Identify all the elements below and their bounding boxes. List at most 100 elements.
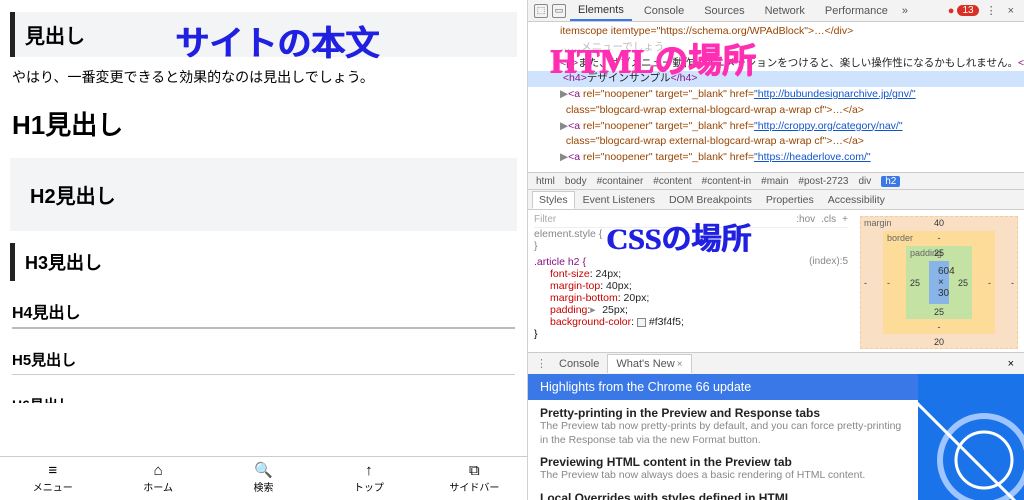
dom-link[interactable]: "http://croppy.org/category/nav/" [754,120,903,132]
whatsnew-title: Pretty-printing in the Preview and Respo… [540,406,906,420]
dom-link[interactable]: "https://headerlove.com/" [754,151,871,163]
sidebar-icon: ⧉ [469,463,480,478]
add-rule-icon[interactable]: + [842,214,848,225]
prop-name[interactable]: font-size [550,268,590,280]
h4-heading: H4見出し [12,299,515,329]
nav-label: サイドバー [449,479,499,494]
error-count[interactable]: 13 [957,5,978,16]
tab-label: What's New [616,358,674,370]
tab-performance[interactable]: Performance [817,2,896,20]
filter-input[interactable]: Filter [534,214,556,225]
device-toggle-icon[interactable]: ▭ [552,4,566,18]
devtools: ⬚ ▭ Elements Console Sources Network Per… [528,0,1024,500]
cls-toggle[interactable]: .cls [821,214,836,225]
prop-value[interactable]: 24px; [596,268,622,280]
crumb[interactable]: #main [761,176,788,187]
nav-menu[interactable]: ≡メニュー [0,457,105,500]
crumb[interactable]: #container [597,176,644,187]
breadcrumb[interactable]: html body #container #content #content-i… [528,172,1024,190]
dom-text: また、サブメニュー動作にアニメーションをつけると、楽しい操作性になるかもしれませ… [578,57,1018,69]
prop-value[interactable]: 25px; [602,304,628,316]
tab-elements[interactable]: Elements [570,1,632,21]
bm-label-margin: margin [864,218,892,228]
crumb[interactable]: #content-in [702,176,751,187]
h2-heading: H2見出し [10,158,517,231]
error-dot-icon: ● [948,5,955,17]
nav-search[interactable]: 🔍検索 [211,457,316,500]
whatsnew-desc: The Preview tab now always does a basic … [540,469,906,483]
bm-val: 25 [934,307,944,317]
h1-heading: H1見出し [12,105,515,142]
box-model[interactable]: margin 40 20 - - border - - - - padding … [854,210,1024,352]
menu-icon: ≡ [48,463,57,478]
color-swatch-icon[interactable] [637,318,646,327]
prop-name[interactable]: margin-bottom [550,292,618,304]
tab-network[interactable]: Network [757,2,813,20]
drawer-tab-console[interactable]: Console [551,355,607,373]
subtab-styles[interactable]: Styles [532,191,575,209]
arrow-up-icon: ↑ [365,463,373,478]
dom-attr: rel="noopener" target="_blank" href= [583,120,754,132]
tab-sources[interactable]: Sources [696,2,752,20]
bm-val: - [1011,278,1014,288]
bm-val: 40 [934,218,944,228]
devtools-tabbar: ⬚ ▭ Elements Console Sources Network Per… [528,0,1024,22]
article-intro: やはり、一番変更できると効果的なのは見出しでしょう。 [12,67,515,87]
dom-link[interactable]: "http://bubundesignarchive.jp/gnv/" [754,88,916,100]
bm-val: 20 [934,337,944,347]
dom-tag: </p> [1018,57,1024,69]
hov-toggle[interactable]: :hov [796,214,815,225]
nav-home[interactable]: ⌂ホーム [105,457,210,500]
subtab-properties[interactable]: Properties [760,192,820,208]
whatsnew-item[interactable]: Local Overrides with styles defined in H… [528,485,918,500]
inspect-icon[interactable]: ⬚ [534,4,548,18]
rule-source[interactable]: (index):5 [809,256,848,267]
whatsnew-item[interactable]: Pretty-printing in the Preview and Respo… [528,400,918,449]
prop-name[interactable]: padding [550,304,587,316]
article-top-heading: 見出し [10,12,517,57]
subtab-accessibility[interactable]: Accessibility [822,192,891,208]
brace-close: } [534,240,848,252]
element-style[interactable]: element.style { [534,228,848,240]
prop-name[interactable]: margin-top [550,280,600,292]
bottom-nav: ≡メニュー ⌂ホーム 🔍検索 ↑トップ ⧉サイドバー [0,456,527,500]
tabs-overflow[interactable]: » [902,5,908,17]
close-icon[interactable]: × [677,359,683,370]
nav-label: トップ [354,479,384,494]
prop-name[interactable]: background-color [550,316,631,328]
rule-selector[interactable]: .article h2 { [534,256,586,268]
whatsnew-item[interactable]: Previewing HTML content in the Preview t… [528,449,918,485]
close-icon[interactable]: × [1004,5,1018,17]
crumb-selected[interactable]: h2 [881,176,900,187]
dom-tree[interactable]: HTMLの場所 itemscope itemtype="https://sche… [528,22,1024,172]
home-icon: ⌂ [154,463,163,478]
crumb[interactable]: div [858,176,871,187]
h5-heading: H5見出し [12,349,515,375]
kebab-menu-icon[interactable]: ⋮ [982,4,1001,17]
bm-content: 604 × 30 [929,261,949,304]
crumb[interactable]: #content [653,176,691,187]
bm-val: - [988,278,991,288]
drawer-menu-icon[interactable]: ⋮ [532,357,551,370]
styles-tabbar: Styles Event Listeners DOM Breakpoints P… [528,190,1024,210]
prop-value[interactable]: 20px; [624,292,650,304]
dom-tag: <p> [560,57,578,69]
nav-top[interactable]: ↑トップ [316,457,421,500]
css-rules[interactable]: Filter :hov .cls + CSSの場所 element.style … [528,210,854,352]
drawer-close-icon[interactable]: × [1002,358,1020,370]
bm-val: 25 [958,278,968,288]
drawer-tabbar: ⋮ Console What's New× × [528,352,1024,374]
crumb[interactable]: #post-2723 [798,176,848,187]
crumb[interactable]: body [565,176,587,187]
nav-sidebar[interactable]: ⧉サイドバー [422,457,527,500]
drawer-tab-whatsnew[interactable]: What's New× [607,354,691,373]
bm-val: - [938,233,941,243]
subtab-dom-breakpoints[interactable]: DOM Breakpoints [663,192,758,208]
crumb[interactable]: html [536,176,555,187]
prop-value[interactable]: #f3f4f5; [649,316,684,328]
subtab-event-listeners[interactable]: Event Listeners [577,192,661,208]
brace-close: } [534,328,848,340]
tab-console[interactable]: Console [636,2,692,20]
site-preview: 見出し サイトの本文 やはり、一番変更できると効果的なのは見出しでしょう。 H1… [0,0,528,500]
prop-value[interactable]: 40px; [606,280,632,292]
